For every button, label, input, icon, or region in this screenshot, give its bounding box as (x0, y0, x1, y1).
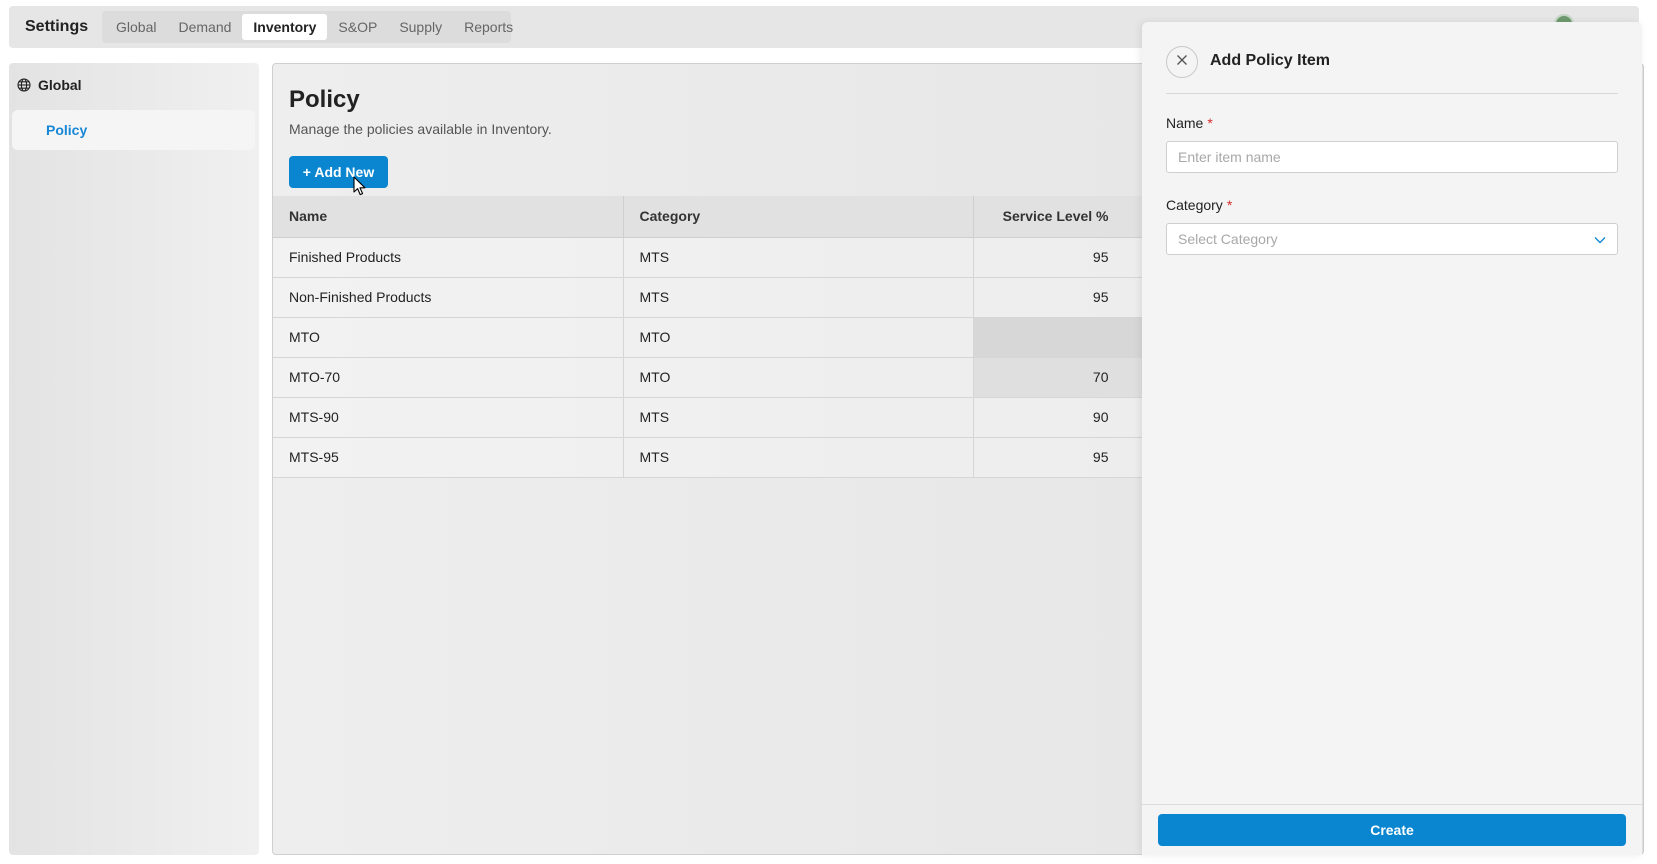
cell-category: MTO (623, 317, 974, 358)
category-label-text: Category (1166, 197, 1223, 213)
cell-category: MTS (623, 277, 974, 318)
cell-name: MTS-95 (273, 437, 624, 478)
tab-inventory[interactable]: Inventory (242, 14, 328, 40)
close-icon (1176, 53, 1188, 71)
tab-demand[interactable]: Demand (167, 14, 242, 40)
cell-name: Non-Finished Products (273, 277, 624, 318)
close-drawer-button[interactable] (1166, 46, 1198, 78)
tab-reports[interactable]: Reports (453, 14, 524, 40)
required-marker: * (1207, 115, 1213, 131)
cell-category: MTS (623, 397, 974, 438)
cell-name: MTO (273, 317, 624, 358)
sidebar-group-label: Global (38, 77, 82, 93)
category-field-label: Category * (1166, 197, 1232, 213)
page-title: Policy (289, 86, 360, 113)
app-title: Settings (25, 18, 89, 35)
column-header-category[interactable]: Category (623, 196, 974, 238)
sidebar-group-global: Global (17, 77, 82, 93)
name-field-label: Name * (1166, 115, 1213, 131)
screen: Settings Global Demand Inventory S&OP Su… (0, 0, 1657, 864)
drawer-title: Add Policy Item (1210, 52, 1331, 69)
category-select-placeholder: Select Category (1178, 231, 1278, 247)
required-marker: * (1226, 197, 1233, 213)
cell-category: MTO (623, 357, 974, 398)
globe-icon (17, 78, 31, 92)
tab-supply[interactable]: Supply (388, 14, 453, 40)
drawer-divider (1166, 93, 1618, 94)
sidebar: Global Policy (9, 63, 259, 855)
cell-name: MTS-90 (273, 397, 624, 438)
name-input[interactable] (1166, 141, 1618, 173)
category-select[interactable]: Select Category (1166, 223, 1618, 255)
module-tabs: Global Demand Inventory S&OP Supply Repo… (102, 11, 513, 43)
create-button[interactable]: Create (1158, 814, 1626, 846)
cell-name: Finished Products (273, 237, 624, 278)
cell-category: MTS (623, 437, 974, 478)
tab-global[interactable]: Global (105, 14, 167, 40)
chevron-down-icon (1594, 231, 1606, 247)
cell-name: MTO-70 (273, 357, 624, 398)
name-label-text: Name (1166, 115, 1204, 131)
app-shell: Settings Global Demand Inventory S&OP Su… (0, 0, 1657, 864)
cell-category: MTS (623, 237, 974, 278)
drawer-footer: Create (1142, 804, 1642, 855)
sidebar-item-policy[interactable]: Policy (12, 110, 255, 150)
column-header-name[interactable]: Name (273, 196, 624, 238)
add-policy-drawer: Add Policy Item Name* Category* Select C… (1142, 22, 1642, 855)
page-subtitle: Manage the policies available in Invento… (289, 121, 552, 137)
add-new-button[interactable]: + Add New (289, 156, 388, 188)
tab-sop[interactable]: S&OP (327, 14, 388, 40)
